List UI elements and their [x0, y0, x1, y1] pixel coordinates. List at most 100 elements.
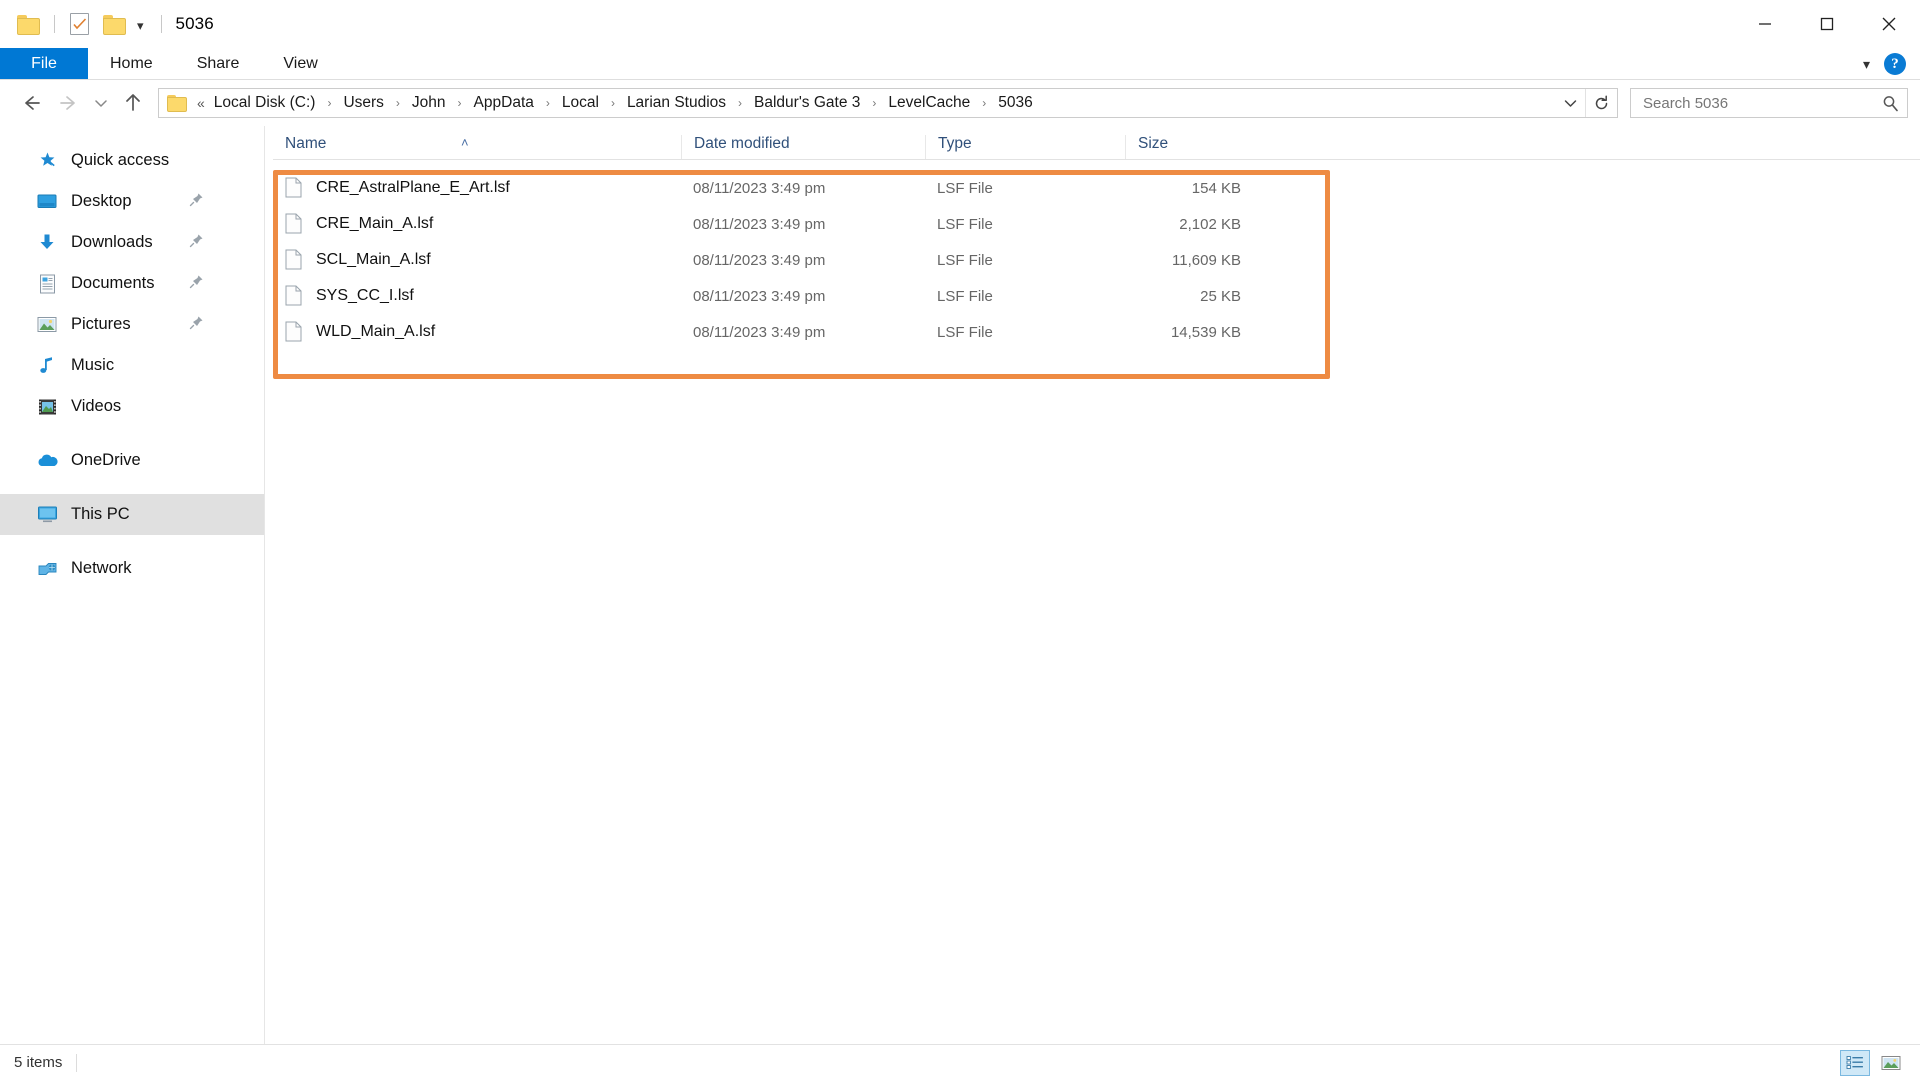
- sidebar-item-desktop[interactable]: Desktop: [0, 181, 264, 222]
- new-folder-icon[interactable]: [103, 15, 126, 35]
- file-type: LSF File: [937, 251, 993, 269]
- file-name: WLD_Main_A.lsf: [316, 323, 436, 340]
- breadcrumb: « Local Disk (C:) › Users › John › AppDa…: [195, 94, 1555, 112]
- column-header-label: Type: [938, 135, 972, 152]
- pictures-icon: [36, 314, 58, 336]
- file-name-cell[interactable]: CRE_AstralPlane_E_Art.lsf: [273, 177, 681, 199]
- main-area: Quick access Desktop Downloads Documents…: [0, 126, 1920, 1044]
- breadcrumb-item-appdata[interactable]: AppData: [471, 94, 537, 112]
- file-name: CRE_Main_A.lsf: [316, 215, 434, 232]
- file-name-cell[interactable]: SCL_Main_A.lsf: [273, 249, 681, 271]
- sidebar-item-videos[interactable]: Videos: [0, 386, 264, 427]
- back-arrow-icon[interactable]: [12, 84, 50, 122]
- title-bar: ▾ 5036: [0, 0, 1920, 48]
- tab-share[interactable]: Share: [175, 48, 262, 79]
- star-pin-icon: [36, 150, 58, 172]
- search-icon[interactable]: [1873, 95, 1907, 112]
- search-input[interactable]: Search 5036: [1631, 95, 1873, 112]
- breadcrumb-separator: ›: [610, 96, 615, 110]
- qat-divider: [54, 15, 55, 33]
- maximize-icon[interactable]: [1796, 0, 1858, 48]
- column-header-label: Name: [285, 135, 327, 152]
- breadcrumb-item-users[interactable]: Users: [340, 94, 386, 112]
- file-size: 11,609 KB: [1172, 251, 1241, 269]
- breadcrumb-item-5036[interactable]: 5036: [995, 94, 1035, 112]
- pin-icon[interactable]: [189, 192, 204, 212]
- sidebar-item-music[interactable]: Music: [0, 345, 264, 386]
- sidebar-item-network[interactable]: Network: [0, 548, 264, 589]
- view-toggles: [1840, 1049, 1906, 1076]
- large-icons-view-button[interactable]: [1876, 1050, 1906, 1076]
- breadcrumb-item-local[interactable]: Local: [559, 94, 602, 112]
- customize-caret-icon[interactable]: ▾: [137, 19, 144, 32]
- file-type: LSF File: [937, 323, 993, 341]
- table-row[interactable]: CRE_AstralPlane_E_Art.lsf 08/11/2023 3:4…: [273, 170, 1920, 206]
- download-icon: [36, 232, 58, 254]
- sidebar-item-this-pc[interactable]: This PC: [0, 494, 264, 535]
- breadcrumb-item-john[interactable]: John: [409, 94, 449, 112]
- table-row[interactable]: SCL_Main_A.lsf 08/11/2023 3:49 pm LSF Fi…: [273, 242, 1920, 278]
- sidebar-item-pictures[interactable]: Pictures: [0, 304, 264, 345]
- breadcrumb-item-local-disk[interactable]: Local Disk (C:): [211, 94, 319, 112]
- close-icon[interactable]: [1858, 0, 1920, 48]
- file-size: 154 KB: [1191, 179, 1241, 197]
- details-view-button[interactable]: [1840, 1049, 1870, 1076]
- refresh-icon[interactable]: [1585, 89, 1617, 117]
- breadcrumb-item-baldurs-gate-3[interactable]: Baldur's Gate 3: [751, 94, 863, 112]
- status-divider: [76, 1053, 78, 1072]
- column-header-type[interactable]: Type: [925, 135, 1125, 159]
- window-title: 5036: [175, 14, 214, 33]
- breadcrumb-overflow-icon[interactable]: «: [195, 95, 211, 111]
- file-type: LSF File: [937, 287, 993, 305]
- minimize-icon[interactable]: [1734, 0, 1796, 48]
- pin-icon[interactable]: [189, 233, 204, 253]
- search-box[interactable]: Search 5036: [1630, 88, 1908, 118]
- ribbon-tabs: File Home Share View ▾ ?: [0, 48, 1920, 80]
- folder-icon[interactable]: [17, 15, 40, 35]
- sidebar-item-quick-access[interactable]: Quick access: [0, 140, 264, 181]
- breadcrumb-item-levelcache[interactable]: LevelCache: [885, 94, 973, 112]
- file-name-cell[interactable]: SYS_CC_I.lsf: [273, 285, 681, 307]
- desktop-icon: [36, 191, 58, 213]
- file-icon: [285, 321, 303, 343]
- table-row[interactable]: CRE_Main_A.lsf 08/11/2023 3:49 pm LSF Fi…: [273, 206, 1920, 242]
- breadcrumb-item-larian-studios[interactable]: Larian Studios: [624, 94, 729, 112]
- tab-view[interactable]: View: [261, 48, 339, 79]
- address-input[interactable]: « Local Disk (C:) › Users › John › AppDa…: [158, 88, 1618, 118]
- file-date: 08/11/2023 3:49 pm: [693, 179, 826, 197]
- window-controls: [1734, 0, 1920, 48]
- file-name-cell[interactable]: WLD_Main_A.lsf: [273, 321, 681, 343]
- forward-arrow-icon: [50, 84, 88, 122]
- sidebar-item-label: This PC: [71, 505, 130, 523]
- sidebar-item-downloads[interactable]: Downloads: [0, 222, 264, 263]
- sidebar-item-label: Quick access: [71, 151, 170, 169]
- help-icon[interactable]: ?: [1884, 53, 1906, 75]
- file-size: 2,102 KB: [1179, 215, 1241, 233]
- breadcrumb-separator: ›: [545, 96, 550, 110]
- chevron-down-icon[interactable]: [1555, 89, 1585, 117]
- chevron-down-icon[interactable]: ▾: [1863, 57, 1870, 71]
- column-header-label: Size: [1138, 135, 1169, 152]
- file-icon: [285, 249, 303, 271]
- navigation-pane: Quick access Desktop Downloads Documents…: [0, 126, 265, 1044]
- column-header-date-modified[interactable]: Date modified: [681, 135, 925, 159]
- sidebar-item-onedrive[interactable]: OneDrive: [0, 440, 264, 481]
- up-arrow-icon[interactable]: [114, 84, 152, 122]
- file-name: SCL_Main_A.lsf: [316, 251, 431, 268]
- pin-icon[interactable]: [189, 315, 204, 335]
- column-header-name[interactable]: ˄ Name: [273, 135, 681, 159]
- tab-file[interactable]: File: [0, 48, 88, 79]
- properties-icon[interactable]: [70, 13, 89, 35]
- pin-icon[interactable]: [189, 274, 204, 294]
- column-header-size[interactable]: Size: [1125, 135, 1255, 159]
- tab-home[interactable]: Home: [88, 48, 175, 79]
- table-row[interactable]: SYS_CC_I.lsf 08/11/2023 3:49 pm LSF File…: [273, 278, 1920, 314]
- this-pc-icon: [36, 504, 58, 526]
- recent-locations-icon[interactable]: [88, 84, 114, 122]
- sidebar-item-documents[interactable]: Documents: [0, 263, 264, 304]
- quick-access-toolbar: ▾ 5036: [0, 13, 214, 35]
- table-row[interactable]: WLD_Main_A.lsf 08/11/2023 3:49 pm LSF Fi…: [273, 314, 1920, 350]
- column-header-label: Date modified: [694, 135, 790, 152]
- file-name-cell[interactable]: CRE_Main_A.lsf: [273, 213, 681, 235]
